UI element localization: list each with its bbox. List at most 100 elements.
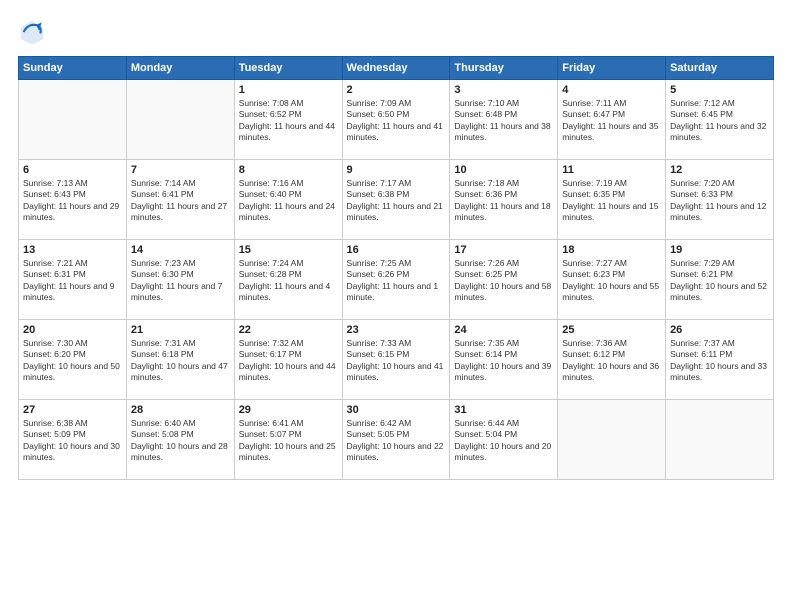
weekday-header-wednesday: Wednesday bbox=[342, 57, 450, 80]
cell-info: Sunrise: 7:23 AM Sunset: 6:30 PM Dayligh… bbox=[131, 258, 230, 304]
cell-info: Sunrise: 6:44 AM Sunset: 5:04 PM Dayligh… bbox=[454, 418, 553, 464]
calendar-cell: 5 Sunrise: 7:12 AM Sunset: 6:45 PM Daylig… bbox=[666, 80, 774, 160]
day-number: 21 bbox=[131, 324, 230, 336]
calendar-cell bbox=[558, 400, 666, 480]
day-number: 13 bbox=[23, 244, 122, 256]
cell-info: Sunrise: 7:24 AM Sunset: 6:28 PM Dayligh… bbox=[239, 258, 338, 304]
calendar-cell: 11Sunrise: 7:19 AM Sunset: 6:35 PM Dayli… bbox=[558, 160, 666, 240]
day-number: 3 bbox=[454, 84, 553, 96]
calendar-cell: 15Sunrise: 7:24 AM Sunset: 6:28 PM Dayli… bbox=[234, 240, 342, 320]
weekday-header-friday: Friday bbox=[558, 57, 666, 80]
cell-info: Sunrise: 7:21 AM Sunset: 6:31 PM Dayligh… bbox=[23, 258, 122, 304]
calendar-cell: 30 Sunrise: 6:42 AM Sunset: 5:05 PM Dayli… bbox=[342, 400, 450, 480]
calendar-cell: 3 Sunrise: 7:10 AM Sunset: 6:48 PM Daylig… bbox=[450, 80, 558, 160]
day-number: 23 bbox=[347, 324, 446, 336]
cell-info: Sunrise: 7:29 AM Sunset: 6:21 PM Dayligh… bbox=[670, 258, 769, 304]
cell-info: Sunrise: 7:20 AM Sunset: 6:33 PM Dayligh… bbox=[670, 178, 769, 224]
calendar-week-4: 27Sunrise: 6:38 AM Sunset: 5:09 PM Dayli… bbox=[19, 400, 774, 480]
calendar-cell: 27Sunrise: 6:38 AM Sunset: 5:09 PM Dayli… bbox=[19, 400, 127, 480]
cell-info: Sunrise: 7:32 AM Sunset: 6:17 PM Dayligh… bbox=[239, 338, 338, 384]
day-number: 29 bbox=[239, 404, 338, 416]
calendar-cell: 24 Sunrise: 7:35 AM Sunset: 6:14 PM Dayli… bbox=[450, 320, 558, 400]
day-number: 4 bbox=[562, 84, 661, 96]
day-number: 19 bbox=[670, 244, 769, 256]
day-number: 22 bbox=[239, 324, 338, 336]
day-number: 31 bbox=[454, 404, 553, 416]
cell-info: Sunrise: 7:35 AM Sunset: 6:14 PM Dayligh… bbox=[454, 338, 553, 384]
calendar-cell: 10Sunrise: 7:18 AM Sunset: 6:36 PM Dayli… bbox=[450, 160, 558, 240]
cell-info: Sunrise: 7:26 AM Sunset: 6:25 PM Dayligh… bbox=[454, 258, 553, 304]
cell-info: Sunrise: 6:41 AM Sunset: 5:07 PM Dayligh… bbox=[239, 418, 338, 464]
cell-info: Sunrise: 7:31 AM Sunset: 6:18 PM Dayligh… bbox=[131, 338, 230, 384]
cell-info: Sunrise: 7:19 AM Sunset: 6:35 PM Dayligh… bbox=[562, 178, 661, 224]
calendar-cell: 17 Sunrise: 7:26 AM Sunset: 6:25 PM Dayli… bbox=[450, 240, 558, 320]
cell-info: Sunrise: 7:25 AM Sunset: 6:26 PM Dayligh… bbox=[347, 258, 446, 304]
weekday-header-row: SundayMondayTuesdayWednesdayThursdayFrid… bbox=[19, 57, 774, 80]
day-number: 2 bbox=[347, 84, 446, 96]
day-number: 17 bbox=[454, 244, 553, 256]
calendar-cell: 16 Sunrise: 7:25 AM Sunset: 6:26 PM Dayli… bbox=[342, 240, 450, 320]
cell-info: Sunrise: 7:11 AM Sunset: 6:47 PM Dayligh… bbox=[562, 98, 661, 144]
calendar-cell bbox=[126, 80, 234, 160]
cell-info: Sunrise: 7:30 AM Sunset: 6:20 PM Dayligh… bbox=[23, 338, 122, 384]
calendar-week-2: 13 Sunrise: 7:21 AM Sunset: 6:31 PM Dayli… bbox=[19, 240, 774, 320]
day-number: 6 bbox=[23, 164, 122, 176]
day-number: 7 bbox=[131, 164, 230, 176]
cell-info: Sunrise: 7:12 AM Sunset: 6:45 PM Dayligh… bbox=[670, 98, 769, 144]
weekday-header-monday: Monday bbox=[126, 57, 234, 80]
calendar-cell: 29 Sunrise: 6:41 AM Sunset: 5:07 PM Dayli… bbox=[234, 400, 342, 480]
logo-icon bbox=[18, 18, 46, 46]
cell-info: Sunrise: 7:09 AM Sunset: 6:50 PM Dayligh… bbox=[347, 98, 446, 144]
header bbox=[18, 18, 774, 46]
calendar-week-0: 1 Sunrise: 7:08 AM Sunset: 6:52 PM Daylig… bbox=[19, 80, 774, 160]
day-number: 1 bbox=[239, 84, 338, 96]
calendar-cell bbox=[19, 80, 127, 160]
day-number: 25 bbox=[562, 324, 661, 336]
calendar-cell: 7 Sunrise: 7:14 AM Sunset: 6:41 PM Daylig… bbox=[126, 160, 234, 240]
day-number: 14 bbox=[131, 244, 230, 256]
cell-info: Sunrise: 7:18 AM Sunset: 6:36 PM Dayligh… bbox=[454, 178, 553, 224]
cell-info: Sunrise: 7:13 AM Sunset: 6:43 PM Dayligh… bbox=[23, 178, 122, 224]
day-number: 26 bbox=[670, 324, 769, 336]
calendar-cell: 19 Sunrise: 7:29 AM Sunset: 6:21 PM Dayli… bbox=[666, 240, 774, 320]
calendar-cell: 20Sunrise: 7:30 AM Sunset: 6:20 PM Dayli… bbox=[19, 320, 127, 400]
cell-info: Sunrise: 6:42 AM Sunset: 5:05 PM Dayligh… bbox=[347, 418, 446, 464]
calendar-cell: 28Sunrise: 6:40 AM Sunset: 5:08 PM Dayli… bbox=[126, 400, 234, 480]
day-number: 5 bbox=[670, 84, 769, 96]
cell-info: Sunrise: 7:33 AM Sunset: 6:15 PM Dayligh… bbox=[347, 338, 446, 384]
cell-info: Sunrise: 7:14 AM Sunset: 6:41 PM Dayligh… bbox=[131, 178, 230, 224]
cell-info: Sunrise: 7:17 AM Sunset: 6:38 PM Dayligh… bbox=[347, 178, 446, 224]
calendar-week-1: 6 Sunrise: 7:13 AM Sunset: 6:43 PM Daylig… bbox=[19, 160, 774, 240]
day-number: 16 bbox=[347, 244, 446, 256]
calendar-table: SundayMondayTuesdayWednesdayThursdayFrid… bbox=[18, 56, 774, 480]
calendar-cell: 9 Sunrise: 7:17 AM Sunset: 6:38 PM Daylig… bbox=[342, 160, 450, 240]
cell-info: Sunrise: 7:27 AM Sunset: 6:23 PM Dayligh… bbox=[562, 258, 661, 304]
page: SundayMondayTuesdayWednesdayThursdayFrid… bbox=[0, 0, 792, 612]
cell-info: Sunrise: 7:16 AM Sunset: 6:40 PM Dayligh… bbox=[239, 178, 338, 224]
calendar-cell: 2 Sunrise: 7:09 AM Sunset: 6:50 PM Daylig… bbox=[342, 80, 450, 160]
weekday-header-sunday: Sunday bbox=[19, 57, 127, 80]
cell-info: Sunrise: 7:37 AM Sunset: 6:11 PM Dayligh… bbox=[670, 338, 769, 384]
calendar-cell: 1 Sunrise: 7:08 AM Sunset: 6:52 PM Daylig… bbox=[234, 80, 342, 160]
logo bbox=[18, 18, 50, 46]
day-number: 9 bbox=[347, 164, 446, 176]
calendar-cell: 4 Sunrise: 7:11 AM Sunset: 6:47 PM Daylig… bbox=[558, 80, 666, 160]
cell-info: Sunrise: 7:36 AM Sunset: 6:12 PM Dayligh… bbox=[562, 338, 661, 384]
calendar-cell: 14 Sunrise: 7:23 AM Sunset: 6:30 PM Dayli… bbox=[126, 240, 234, 320]
calendar-cell: 31 Sunrise: 6:44 AM Sunset: 5:04 PM Dayli… bbox=[450, 400, 558, 480]
day-number: 24 bbox=[454, 324, 553, 336]
calendar-cell: 13 Sunrise: 7:21 AM Sunset: 6:31 PM Dayli… bbox=[19, 240, 127, 320]
calendar-cell: 12Sunrise: 7:20 AM Sunset: 6:33 PM Dayli… bbox=[666, 160, 774, 240]
cell-info: Sunrise: 7:08 AM Sunset: 6:52 PM Dayligh… bbox=[239, 98, 338, 144]
day-number: 18 bbox=[562, 244, 661, 256]
day-number: 30 bbox=[347, 404, 446, 416]
cell-info: Sunrise: 7:10 AM Sunset: 6:48 PM Dayligh… bbox=[454, 98, 553, 144]
day-number: 28 bbox=[131, 404, 230, 416]
weekday-header-thursday: Thursday bbox=[450, 57, 558, 80]
calendar-cell bbox=[666, 400, 774, 480]
calendar-cell: 25 Sunrise: 7:36 AM Sunset: 6:12 PM Dayli… bbox=[558, 320, 666, 400]
calendar-cell: 26 Sunrise: 7:37 AM Sunset: 6:11 PM Dayli… bbox=[666, 320, 774, 400]
day-number: 8 bbox=[239, 164, 338, 176]
calendar-cell: 8 Sunrise: 7:16 AM Sunset: 6:40 PM Daylig… bbox=[234, 160, 342, 240]
calendar-cell: 6 Sunrise: 7:13 AM Sunset: 6:43 PM Daylig… bbox=[19, 160, 127, 240]
